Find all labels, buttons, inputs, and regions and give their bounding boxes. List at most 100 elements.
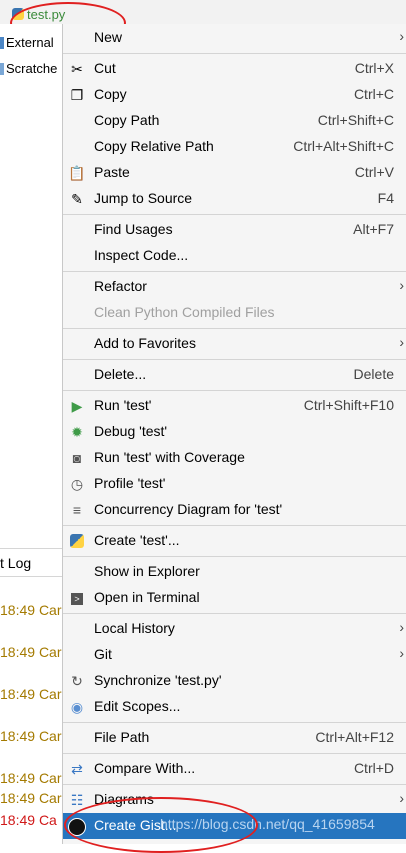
menu-item-label: Create 'test'... bbox=[94, 532, 180, 548]
event-row: 18:49 Ca bbox=[0, 812, 57, 828]
menu-item-new[interactable]: New › bbox=[63, 25, 406, 51]
menu-item-label: Synchronize 'test.py' bbox=[94, 672, 222, 688]
scopes-icon: ◉ bbox=[70, 699, 84, 715]
menu-item-run-with-coverage[interactable]: ◙ Run 'test' with Coverage bbox=[63, 445, 406, 471]
shortcut-label: F4 bbox=[377, 190, 394, 206]
menu-item-label: Run 'test' with Coverage bbox=[94, 449, 245, 465]
submenu-arrow-icon: › bbox=[399, 619, 404, 635]
tree-item-scratches[interactable]: Scratche bbox=[0, 61, 57, 76]
menu-item-label: Copy Relative Path bbox=[94, 138, 214, 154]
menu-separator bbox=[63, 214, 406, 215]
event-row: 18:49 Car bbox=[0, 602, 62, 618]
menu-item-jump-to-source[interactable]: ✎ Jump to Source F4 bbox=[63, 186, 406, 212]
menu-item-show-in-explorer[interactable]: Show in Explorer bbox=[63, 559, 406, 585]
event-row: 18:49 Car bbox=[0, 770, 62, 786]
menu-item-debug[interactable]: ✹ Debug 'test' bbox=[63, 419, 406, 445]
shortcut-label: Ctrl+X bbox=[354, 60, 394, 76]
menu-item-inspect-code[interactable]: Inspect Code... bbox=[63, 243, 406, 269]
menu-item-label: Inspect Code... bbox=[94, 247, 189, 263]
compare-arrows-icon: ⇄ bbox=[71, 761, 83, 777]
submenu-arrow-icon: › bbox=[399, 645, 404, 661]
menu-item-cut[interactable]: ✂ Cut Ctrl+X bbox=[63, 56, 406, 82]
menu-separator bbox=[63, 525, 406, 526]
menu-item-label: Copy Path bbox=[94, 112, 160, 128]
menu-item-create-test[interactable]: Create 'test'... bbox=[63, 528, 406, 554]
tree-item-label: External bbox=[6, 35, 54, 50]
shortcut-label: Ctrl+C bbox=[353, 86, 394, 102]
event-row: 18:49 Car bbox=[0, 686, 62, 702]
menu-item-label: Copy bbox=[94, 86, 127, 102]
tree-item-external[interactable]: External bbox=[0, 35, 54, 50]
menu-item-label: Edit Scopes... bbox=[94, 698, 181, 714]
coverage-icon: ◙ bbox=[72, 450, 82, 466]
menu-item-compare-with[interactable]: ⇄ Compare With... Ctrl+D bbox=[63, 756, 406, 782]
menu-item-concurrency-diagram[interactable]: ≡ Concurrency Diagram for 'test' bbox=[63, 497, 406, 523]
menu-item-delete[interactable]: Delete... Delete bbox=[63, 362, 406, 388]
menu-item-local-history[interactable]: Local History › bbox=[63, 616, 406, 642]
menu-item-label: Open in Terminal bbox=[94, 589, 200, 605]
menu-separator bbox=[63, 556, 406, 557]
menu-item-label: Debug 'test' bbox=[94, 423, 168, 439]
menu-separator bbox=[63, 390, 406, 391]
event-log-title: t Log bbox=[0, 555, 32, 571]
menu-item-label: Run 'test' bbox=[94, 397, 152, 413]
menu-separator bbox=[63, 753, 406, 754]
run-play-icon: ▶ bbox=[71, 398, 83, 414]
tree-item-label: Scratche bbox=[6, 61, 58, 76]
event-row: 18:49 Car bbox=[0, 728, 62, 744]
menu-item-label: Local History bbox=[94, 620, 175, 636]
menu-item-label: Profile 'test' bbox=[94, 475, 166, 491]
menu-item-label: Jump to Source bbox=[94, 190, 193, 206]
menu-separator bbox=[63, 359, 406, 360]
menu-item-copy[interactable]: ❐ Copy Ctrl+C bbox=[63, 82, 406, 108]
shortcut-label: Alt+F7 bbox=[353, 221, 394, 237]
submenu-arrow-icon: › bbox=[399, 28, 404, 44]
menu-item-find-usages[interactable]: Find Usages Alt+F7 bbox=[63, 217, 406, 243]
menu-item-open-in-terminal[interactable]: > Open in Terminal bbox=[63, 585, 406, 611]
menu-separator bbox=[63, 784, 406, 785]
shortcut-label: Ctrl+Shift+C bbox=[317, 112, 394, 128]
menu-item-file-path[interactable]: File Path Ctrl+Alt+F12 bbox=[63, 725, 406, 751]
submenu-arrow-icon: › bbox=[399, 334, 404, 350]
menu-item-copy-relative-path[interactable]: Copy Relative Path Ctrl+Alt+Shift+C bbox=[63, 134, 406, 160]
menu-item-git[interactable]: Git › bbox=[63, 642, 406, 668]
menu-item-add-to-favorites[interactable]: Add to Favorites › bbox=[63, 331, 406, 357]
sync-icon: ↻ bbox=[71, 673, 83, 689]
menu-item-label: New bbox=[94, 29, 123, 45]
shortcut-label: Ctrl+V bbox=[354, 164, 394, 180]
panel-divider bbox=[0, 576, 64, 577]
project-panel: External Scratche t Log 18:49 Car 18:49 … bbox=[0, 24, 64, 844]
menu-item-clean-python: Clean Python Compiled Files bbox=[63, 300, 406, 326]
submenu-arrow-icon: › bbox=[399, 277, 404, 293]
menu-item-label: File Path bbox=[94, 729, 150, 745]
library-icon bbox=[0, 37, 4, 49]
panel-divider bbox=[0, 548, 64, 549]
shortcut-label: Ctrl+Alt+Shift+C bbox=[293, 138, 394, 154]
menu-item-run[interactable]: ▶ Run 'test' Ctrl+Shift+F10 bbox=[63, 393, 406, 419]
event-row: 18:49 Car bbox=[0, 644, 62, 660]
menu-item-label: Cut bbox=[94, 60, 116, 76]
menu-item-edit-scopes[interactable]: ◉ Edit Scopes... bbox=[63, 694, 406, 720]
menu-item-copy-path[interactable]: Copy Path Ctrl+Shift+C bbox=[63, 108, 406, 134]
shortcut-label: Ctrl+D bbox=[353, 760, 394, 776]
shortcut-label: Delete bbox=[353, 366, 394, 382]
menu-item-paste[interactable]: 📋 Paste Ctrl+V bbox=[63, 160, 406, 186]
menu-item-refactor[interactable]: Refactor › bbox=[63, 274, 406, 300]
copy-icon: ❐ bbox=[70, 87, 84, 103]
menu-item-label: Find Usages bbox=[94, 221, 173, 237]
shortcut-label: Ctrl+Alt+F12 bbox=[315, 729, 394, 745]
pencil-icon: ✎ bbox=[71, 191, 83, 207]
menu-item-profile[interactable]: ◷ Profile 'test' bbox=[63, 471, 406, 497]
python-icon bbox=[68, 532, 86, 550]
menu-separator bbox=[63, 271, 406, 272]
scissors-icon: ✂ bbox=[71, 61, 83, 77]
clipboard-icon: 📋 bbox=[68, 165, 86, 181]
terminal-icon: > bbox=[68, 589, 86, 607]
profiler-icon: ◷ bbox=[70, 476, 84, 492]
menu-item-label: Add to Favorites bbox=[94, 335, 196, 351]
menu-item-synchronize[interactable]: ↻ Synchronize 'test.py' bbox=[63, 668, 406, 694]
diagram-icon: ☷ bbox=[70, 792, 84, 808]
menu-item-label: Compare With... bbox=[94, 760, 196, 776]
menu-item-label: Clean Python Compiled Files bbox=[94, 304, 275, 320]
scratches-icon bbox=[0, 63, 4, 75]
